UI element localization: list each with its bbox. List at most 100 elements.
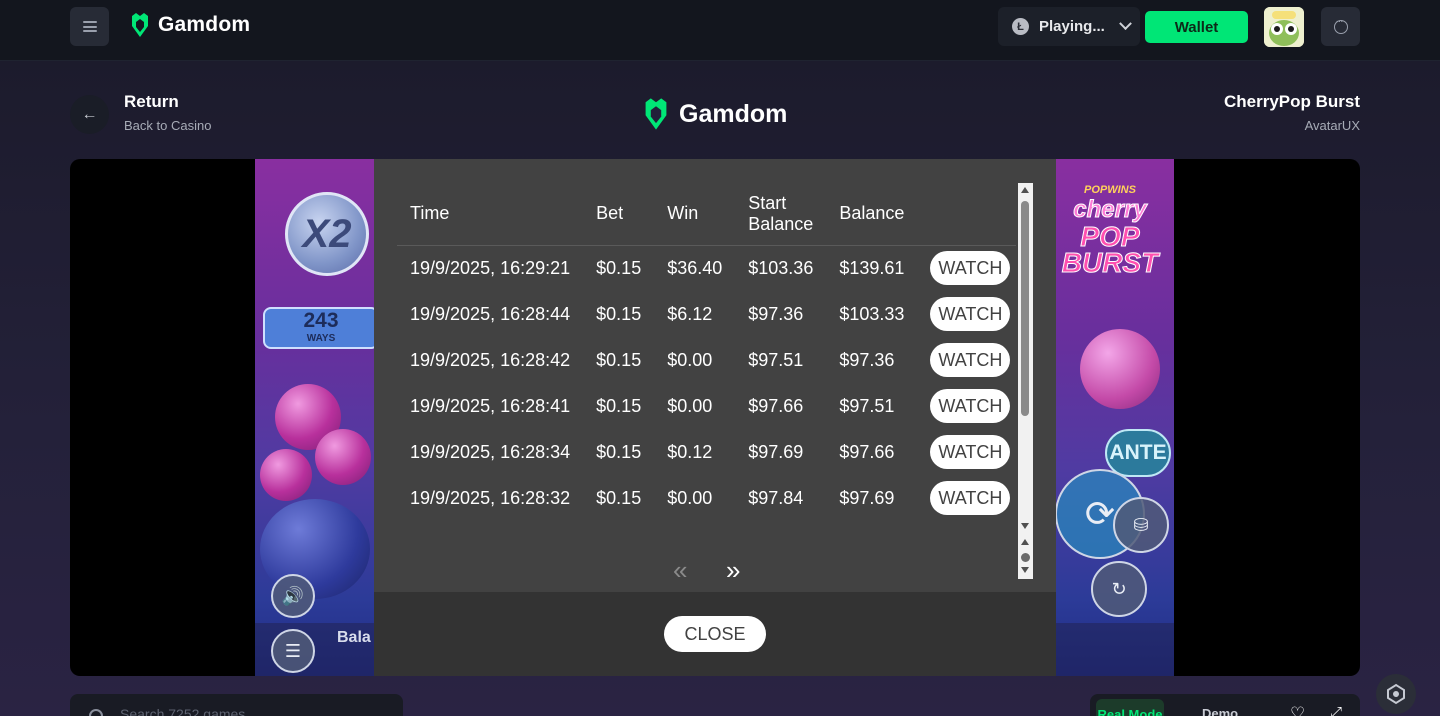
next-page-button[interactable]: » — [726, 555, 740, 586]
cherry-symbol — [260, 449, 312, 501]
game-logo-line1: POPWINS — [1084, 184, 1136, 196]
scroll-down-small-icon[interactable] — [1021, 567, 1029, 573]
modal-footer: CLOSE — [374, 592, 1056, 676]
demo-mode-tab[interactable]: Demo — [1202, 706, 1238, 716]
game-logo: POPWINS cherry POP BURST — [1055, 184, 1165, 294]
cell-balance: $97.36 — [839, 349, 895, 370]
scrollbar-thumb[interactable] — [1021, 201, 1029, 416]
support-widget-button[interactable] — [1376, 674, 1416, 714]
center-brand-name: Gamdom — [679, 99, 788, 128]
table-row: 19/9/2025, 16:29:21 $0.15 $36.40 $103.36… — [397, 245, 1016, 291]
table-row: 19/9/2025, 16:28:42 $0.15 $0.00 $97.51 $… — [397, 337, 1016, 383]
table-row: 19/9/2025, 16:28:32 $0.15 $0.00 $97.84 $… — [397, 475, 1016, 521]
heart-icon[interactable]: ♡ — [1290, 704, 1305, 716]
menu-icon: ☰ — [284, 640, 302, 661]
table-header-row: Time Bet Win Start Balance Balance — [397, 183, 1016, 246]
scroll-dot-icon[interactable] — [1021, 553, 1030, 562]
multiplier-badge: X2 — [285, 192, 369, 276]
expand-icon[interactable]: ⤢ — [1330, 704, 1342, 716]
watch-button[interactable]: WATCH — [930, 481, 1011, 515]
game-logo-line3: POP BURST — [1061, 221, 1159, 278]
gamdom-logo-icon — [645, 98, 667, 130]
wallet-button[interactable]: Wallet — [1145, 11, 1248, 43]
chevron-down-icon — [1118, 17, 1132, 31]
ways-number: 243 — [303, 309, 339, 332]
col-start-balance: Start Balance — [735, 183, 827, 246]
cell-balance: $97.69 — [839, 487, 895, 508]
table-row: 19/9/2025, 16:28:41 $0.15 $0.00 $97.66 $… — [397, 383, 1016, 429]
sound-toggle-button[interactable]: 🔊 — [271, 574, 315, 618]
cell-start-balance: $97.66 — [748, 395, 804, 416]
ante-button[interactable]: ANTE — [1105, 429, 1171, 477]
col-start-balance-line1: Start — [748, 192, 787, 213]
cell-bet: $0.15 — [596, 303, 642, 324]
previous-page-button[interactable]: « — [673, 555, 687, 586]
cell-time: 19/9/2025, 16:28:32 — [410, 487, 571, 508]
center-brand-logo: Gamdom — [643, 97, 787, 131]
brand-logo[interactable]: Gamdom — [130, 12, 250, 38]
watch-button[interactable]: WATCH — [930, 251, 1011, 286]
cell-time: 19/9/2025, 16:28:44 — [410, 303, 571, 324]
bet-history-table: Time Bet Win Start Balance Balance 19/9/… — [397, 183, 1016, 521]
currency-selector[interactable]: Ł Playing... — [998, 7, 1140, 46]
col-balance: Balance — [826, 183, 918, 246]
return-subtitle: Back to Casino — [124, 118, 212, 133]
cell-action: WATCH — [917, 383, 1016, 429]
watch-button[interactable]: WATCH — [930, 389, 1011, 423]
col-action — [917, 183, 1016, 246]
close-button[interactable]: CLOSE — [664, 616, 766, 652]
game-logo-line2: cherry — [1073, 196, 1147, 224]
history-scrollbar[interactable] — [1018, 183, 1033, 579]
watch-button[interactable]: WATCH — [930, 435, 1011, 469]
ways-label: WAYS — [306, 333, 336, 344]
watch-button[interactable]: WATCH — [930, 343, 1011, 377]
cell-balance: $97.51 — [839, 395, 895, 416]
scroll-up-small-icon[interactable] — [1021, 539, 1029, 545]
chat-icon — [1333, 16, 1348, 34]
gamdom-logo-icon — [132, 13, 148, 37]
col-start-balance-line2: Balance — [748, 213, 814, 234]
cell-action: WATCH — [917, 475, 1016, 521]
chat-button[interactable] — [1321, 7, 1360, 46]
autoplay-icon: ↻ — [1111, 578, 1127, 599]
real-mode-tab[interactable]: Real Mode — [1096, 699, 1164, 716]
col-bet: Bet — [583, 183, 655, 246]
support-widget-icon — [1387, 683, 1405, 705]
cell-start-balance: $103.36 — [748, 257, 814, 278]
autoplay-button[interactable]: ↻ — [1091, 561, 1147, 617]
litecoin-icon: Ł — [1012, 18, 1029, 35]
watch-button[interactable]: WATCH — [930, 297, 1011, 331]
cell-time: 19/9/2025, 16:28:42 — [410, 349, 571, 370]
cell-start-balance: $97.69 — [748, 441, 804, 462]
playing-status: Playing... — [1039, 18, 1105, 35]
cell-action: WATCH — [917, 291, 1016, 337]
table-row: 19/9/2025, 16:28:34 $0.15 $0.12 $97.69 $… — [397, 429, 1016, 475]
cell-action: WATCH — [917, 245, 1016, 291]
cell-bet: $0.15 — [596, 395, 642, 416]
top-navigation-bar: Gamdom Ł Playing... Wallet — [0, 0, 1440, 61]
search-input[interactable]: Search 7252 games — [70, 694, 403, 716]
return-title[interactable]: Return — [124, 92, 179, 112]
raspberry-symbol — [1080, 329, 1160, 409]
bet-history-modal: Time Bet Win Start Balance Balance 19/9/… — [374, 159, 1056, 676]
cell-win: $0.00 — [667, 349, 713, 370]
scroll-down-icon[interactable] — [1021, 523, 1029, 529]
menu-button[interactable] — [70, 7, 109, 46]
coins-icon: ⛁ — [1133, 514, 1149, 535]
back-button[interactable]: ← — [70, 95, 109, 134]
cell-time: 19/9/2025, 16:28:34 — [410, 441, 571, 462]
cell-action: WATCH — [917, 337, 1016, 383]
speaker-icon: 🔊 — [281, 585, 305, 606]
scroll-up-icon[interactable] — [1021, 187, 1029, 193]
mode-toggle-bar: Real Mode Demo ♡ ⤢ — [1090, 694, 1360, 716]
bet-coins-button[interactable]: ⛁ — [1113, 497, 1169, 553]
search-icon — [89, 709, 103, 716]
cell-balance: $139.61 — [839, 257, 905, 278]
bet-history-scroll-area[interactable]: Time Bet Win Start Balance Balance 19/9/… — [397, 183, 1016, 538]
cell-balance: $97.66 — [839, 441, 895, 462]
game-provider[interactable]: AvatarUX — [1305, 118, 1360, 133]
game-balance-label: Bala — [337, 629, 371, 646]
cell-action: WATCH — [917, 429, 1016, 475]
game-menu-button[interactable]: ☰ — [271, 629, 315, 673]
user-avatar[interactable] — [1264, 7, 1304, 47]
